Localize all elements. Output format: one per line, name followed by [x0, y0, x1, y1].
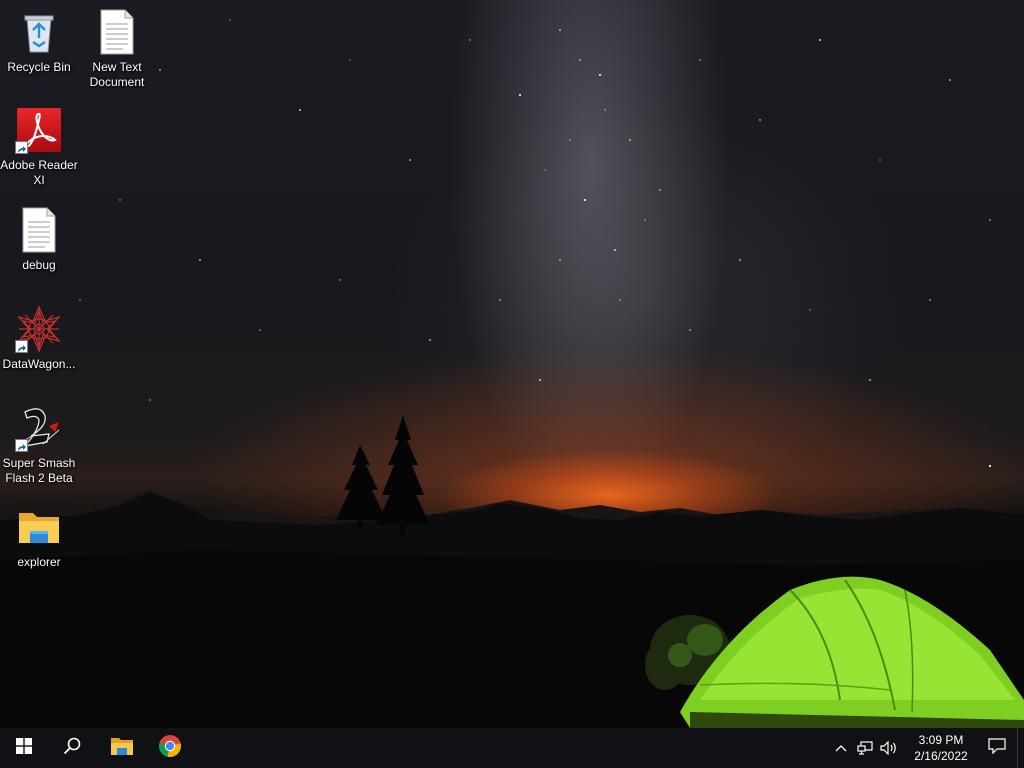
- taskbar-chrome[interactable]: [146, 728, 194, 768]
- clock-date: 2/16/2022: [914, 749, 968, 763]
- volume-icon[interactable]: [877, 728, 901, 768]
- desktop-icon-adobe-reader[interactable]: Adobe Reader XI: [0, 106, 78, 188]
- desktop-icon-label: Adobe Reader XI: [0, 158, 78, 187]
- datawagon-icon: [15, 305, 63, 353]
- system-tray: 3:09 PM 2/16/2022: [829, 728, 1024, 768]
- super-smash-flash-icon: [15, 404, 63, 452]
- start-button[interactable]: [0, 728, 48, 768]
- search-button[interactable]: [48, 728, 96, 768]
- desktop-icon-datawagon[interactable]: DataWagon...: [0, 305, 78, 372]
- desktop-icon-label: New Text Document: [89, 60, 145, 89]
- night-landscape: [0, 415, 1024, 728]
- windows-logo-icon: [16, 737, 32, 759]
- clock-time: 3:09 PM: [918, 733, 964, 747]
- notification-icon: [988, 737, 1006, 759]
- desktop-icon-debug[interactable]: debug: [0, 206, 78, 273]
- desktop-icon-new-text-document[interactable]: New Text Document: [78, 8, 156, 90]
- taskbar-clock[interactable]: 3:09 PM 2/16/2022: [905, 728, 977, 768]
- desktop-icon-super-smash-flash[interactable]: Super Smash Flash 2 Beta: [0, 404, 78, 486]
- desktop-icon-label: explorer: [17, 555, 61, 569]
- chevron-up-icon[interactable]: [829, 728, 853, 768]
- desktop-icon-explorer[interactable]: explorer: [0, 503, 78, 570]
- taskbar-file-explorer[interactable]: [98, 728, 146, 768]
- desktop-icon-recycle-bin[interactable]: Recycle Bin: [0, 8, 78, 75]
- shortcut-arrow-icon: [15, 141, 28, 154]
- desktop-wallpaper: [0, 0, 1024, 728]
- show-desktop-button[interactable]: [1017, 728, 1024, 768]
- desktop-icon-label: DataWagon...: [2, 357, 76, 371]
- action-center-button[interactable]: [977, 728, 1017, 768]
- shortcut-arrow-icon: [15, 340, 28, 353]
- shortcut-arrow-icon: [15, 439, 28, 452]
- file-explorer-icon: [110, 735, 134, 762]
- chrome-icon: [158, 734, 182, 763]
- adobe-reader-icon: [15, 106, 63, 154]
- network-icon[interactable]: [853, 728, 877, 768]
- recycle-bin-icon: [15, 8, 63, 56]
- folder-icon: [15, 503, 63, 551]
- desktop-icon-label: debug: [22, 258, 56, 272]
- desktop-icon-label: Super Smash Flash 2 Beta: [2, 456, 76, 485]
- text-document-icon: [15, 206, 63, 254]
- text-document-icon: [93, 8, 141, 56]
- search-icon: [63, 737, 81, 760]
- taskbar: 3:09 PM 2/16/2022: [0, 728, 1024, 768]
- desktop-icon-label: Recycle Bin: [7, 60, 71, 74]
